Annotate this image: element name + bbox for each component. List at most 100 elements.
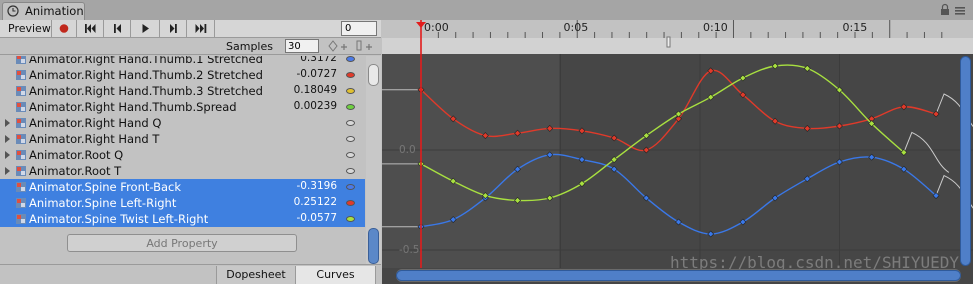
property-name: Animator.Spine Left-Right	[29, 196, 177, 210]
animator-property-icon	[16, 102, 26, 112]
foldout-arrow-icon[interactable]	[5, 135, 10, 143]
curve-color-dot[interactable]	[346, 216, 355, 222]
next-keyframe-button[interactable]	[160, 20, 187, 37]
animator-property-icon	[16, 182, 26, 192]
property-panel: Preview 0 Samples 30 Animator.Right Hand…	[0, 20, 381, 284]
play-button[interactable]	[131, 20, 160, 37]
foldout-arrow-icon[interactable]	[5, 151, 10, 159]
step-back-icon	[114, 24, 121, 33]
animator-property-icon	[16, 198, 26, 208]
curve-color-dot[interactable]	[346, 104, 355, 110]
samples-field[interactable]	[285, 39, 319, 53]
play-icon	[142, 24, 149, 33]
property-name: Animator.Spine Front-Back	[29, 180, 182, 194]
event-strip[interactable]	[382, 38, 973, 54]
curve-color-dot[interactable]	[346, 56, 355, 62]
timeline-ruler[interactable]	[382, 20, 973, 38]
animation-tab[interactable]: Animation	[2, 2, 85, 20]
horizontal-scroll-handle[interactable]	[396, 270, 961, 281]
property-name: Animator.Root Q	[29, 148, 124, 162]
menu-icon[interactable]	[955, 7, 965, 15]
tab-dopesheet[interactable]: Dopesheet	[216, 266, 295, 284]
property-row[interactable]: Animator.Right Hand Q	[0, 115, 365, 131]
curve-color-dot[interactable]	[346, 88, 355, 94]
value-label: 0.0	[399, 144, 416, 156]
property-row[interactable]: Animator.Right Hand.Thumb.2 Stretched -0.…	[0, 67, 365, 83]
add-event-icon[interactable]	[354, 39, 376, 53]
animator-property-icon	[16, 134, 26, 144]
time-label: 0:15	[842, 21, 868, 34]
last-keyframe-button[interactable]	[187, 20, 215, 37]
curve-color-dot[interactable]	[346, 168, 355, 174]
scrollbar-handle-top[interactable]	[368, 64, 379, 86]
time-label: 0:05	[563, 21, 589, 34]
curve-color-dot[interactable]	[346, 120, 355, 126]
property-name: Animator.Right Hand T	[29, 132, 160, 146]
property-list: Animator.Right Hand.Thumb.1 Stretched 0.3…	[0, 56, 365, 238]
previous-keyframe-button[interactable]	[104, 20, 131, 37]
property-row[interactable]: Animator.Root T	[0, 163, 365, 179]
record-icon	[59, 24, 69, 33]
tab-title: Animation	[25, 4, 84, 18]
property-value[interactable]: 0.25122	[294, 196, 337, 208]
tab-curves[interactable]: Curves	[295, 266, 376, 284]
property-value[interactable]: 0.3172	[300, 56, 337, 64]
property-row[interactable]: Animator.Right Hand.Thumb.Spread 0.00239	[0, 99, 365, 115]
property-row[interactable]: Animator.Spine Left-Right 0.25122	[0, 195, 365, 211]
curve-color-dot[interactable]	[346, 200, 355, 206]
step-forward-icon	[170, 24, 177, 33]
curve-color-dot[interactable]	[346, 152, 355, 158]
property-name: Animator.Right Hand Q	[29, 116, 162, 130]
curve-color-dot[interactable]	[346, 136, 355, 142]
property-row[interactable]: Animator.Root Q	[0, 147, 365, 163]
window-tab-bar: Animation	[0, 0, 973, 20]
property-value[interactable]: 0.18049	[294, 84, 337, 96]
frame-field[interactable]	[341, 21, 377, 36]
animation-toolbar: Preview	[0, 20, 381, 38]
property-value[interactable]: -0.0577	[296, 212, 337, 224]
curve-canvas[interactable]	[382, 20, 973, 284]
vertical-scroll-handle[interactable]	[960, 56, 971, 266]
foldout-arrow-icon[interactable]	[5, 167, 10, 175]
value-label: -0.5	[399, 244, 420, 256]
property-name: Animator.Right Hand.Thumb.1 Stretched	[29, 56, 263, 66]
add-property-button[interactable]: Add Property	[67, 234, 297, 252]
view-mode-tabs: Dopesheet Curves	[0, 264, 381, 284]
scrollbar-handle[interactable]	[368, 228, 379, 264]
clock-icon	[7, 5, 19, 17]
animator-property-icon	[16, 150, 26, 160]
record-button[interactable]	[52, 20, 77, 37]
property-value[interactable]: -0.0727	[296, 68, 337, 80]
time-label: 0:00	[424, 21, 449, 34]
first-keyframe-button[interactable]	[77, 20, 104, 37]
skip-start-icon	[85, 24, 96, 33]
property-row[interactable]: Animator.Right Hand T	[0, 131, 365, 147]
property-name: Animator.Root T	[29, 164, 122, 178]
lock-icon[interactable]	[941, 3, 949, 16]
property-row[interactable]: Animator.Right Hand.Thumb.1 Stretched 0.3…	[0, 56, 365, 67]
vertical-scrollbar[interactable]	[959, 56, 972, 266]
property-name: Animator.Spine Twist Left-Right	[29, 212, 209, 226]
foldout-arrow-icon[interactable]	[5, 119, 10, 127]
property-name: Animator.Right Hand.Thumb.Spread	[29, 100, 237, 114]
horizontal-scrollbar[interactable]	[396, 269, 961, 282]
animator-property-icon	[16, 166, 26, 176]
window-controls[interactable]	[939, 3, 967, 17]
curve-color-dot[interactable]	[346, 72, 355, 78]
property-row[interactable]: Animator.Right Hand.Thumb.3 Stretched 0.1…	[0, 83, 365, 99]
property-name: Animator.Right Hand.Thumb.3 Stretched	[29, 84, 263, 98]
add-keyframe-icon[interactable]	[327, 39, 349, 53]
samples-row: Samples	[0, 38, 381, 55]
curve-color-dot[interactable]	[346, 184, 355, 190]
animator-property-icon	[16, 70, 26, 80]
preview-button[interactable]: Preview	[0, 20, 52, 37]
time-label: 0:10	[703, 21, 728, 34]
property-row[interactable]: Animator.Spine Twist Left-Right -0.0577	[0, 211, 365, 227]
animator-property-icon	[16, 214, 26, 224]
property-row[interactable]: Animator.Spine Front-Back -0.3196	[0, 179, 365, 195]
animator-property-icon	[16, 56, 26, 64]
property-value[interactable]: 0.00239	[294, 100, 337, 112]
property-value[interactable]: -0.3196	[296, 180, 337, 192]
property-list-scrollbar[interactable]	[366, 56, 381, 270]
curve-editor[interactable]: 0:00 0:05 0:10 0:15 0.0 -0.5 https://blog.cs…	[382, 20, 973, 284]
